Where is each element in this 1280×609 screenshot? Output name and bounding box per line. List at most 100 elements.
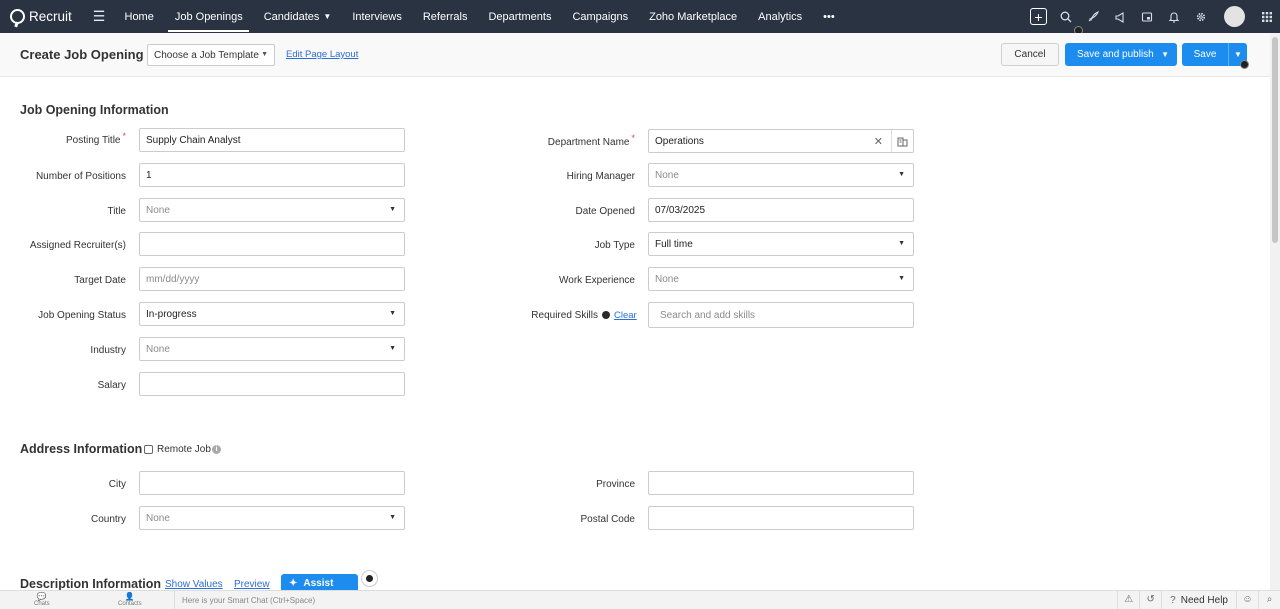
nav-right-icons: +: [1025, 0, 1280, 33]
recruit-logo-icon: [10, 9, 25, 24]
sparkle-icon: ✦: [289, 577, 298, 589]
address-info-title: Address Information: [20, 442, 143, 456]
hiring-manager-label: Hiring Manager: [566, 171, 635, 182]
city-input[interactable]: [139, 471, 405, 495]
title-select[interactable]: None ▼: [139, 198, 405, 222]
skills-search-input[interactable]: Search and add skills: [648, 302, 914, 328]
hiring-manager-select[interactable]: None ▼: [648, 163, 914, 187]
job-opening-status-select[interactable]: In-progress ▼: [139, 302, 405, 326]
postal-code-input[interactable]: [648, 506, 914, 530]
posting-title-input[interactable]: Supply Chain Analyst: [139, 128, 405, 152]
nav-links: Home Job Openings Candidates ▼ Interviews…: [114, 0, 845, 33]
dropdown-arrow-icon: ▼: [389, 514, 396, 521]
title-label: Title: [107, 206, 126, 217]
work-experience-label: Work Experience: [559, 275, 635, 286]
search-icon[interactable]: ⌕: [1258, 591, 1280, 609]
contacts-icon: 👤: [124, 592, 135, 601]
industry-select[interactable]: None ▼: [139, 337, 405, 361]
bottom-bar: 💬 Chats 👤 Contacts Here is your Smart Ch…: [0, 590, 1280, 609]
city-label: City: [108, 479, 126, 490]
page-scrollbar[interactable]: [1270, 33, 1280, 590]
bell-icon[interactable]: [1160, 0, 1187, 33]
page-title: Create Job Opening -: [20, 47, 152, 62]
smart-chat-input[interactable]: Here is your Smart Chat (Ctrl+Space): [174, 591, 1118, 609]
gear-icon[interactable]: [1187, 0, 1214, 33]
dropdown-arrow-icon: ▼: [261, 51, 268, 58]
cursor-indicator: [1240, 60, 1249, 69]
info-icon[interactable]: i: [212, 445, 221, 454]
target-date-input[interactable]: mm/dd/yyyy: [139, 267, 405, 291]
alert-icon[interactable]: ⚠: [1117, 591, 1139, 609]
job-type-label: Job Type: [594, 240, 635, 251]
nav-departments[interactable]: Departments: [478, 0, 562, 33]
cancel-button[interactable]: Cancel: [1001, 43, 1059, 66]
nav-home[interactable]: Home: [114, 0, 164, 33]
country-select[interactable]: None ▼: [139, 506, 405, 530]
nav-referrals[interactable]: Referrals: [412, 0, 478, 33]
required-skills-label: Required Skills: [531, 310, 598, 321]
brand-name: Recruit: [29, 9, 72, 24]
window-icon[interactable]: [1133, 0, 1160, 33]
help-icon: ?: [1170, 594, 1176, 606]
lookup-building-icon[interactable]: [891, 130, 913, 152]
dropdown-arrow-icon: ▼: [898, 171, 905, 178]
save-button[interactable]: Save: [1182, 43, 1228, 66]
need-help-button[interactable]: ? Need Help: [1161, 591, 1236, 609]
job-type-select[interactable]: Full time ▼: [648, 232, 914, 256]
save-and-publish-button[interactable]: Save and publish ▼: [1065, 43, 1177, 66]
show-values-link[interactable]: Show Values: [165, 579, 223, 590]
checkbox-icon[interactable]: [144, 445, 153, 454]
nav-interviews[interactable]: Interviews: [342, 0, 413, 33]
posting-title-label: Posting Title *: [66, 131, 126, 146]
dropdown-arrow-icon: ▼: [389, 345, 396, 352]
date-opened-input[interactable]: 07/03/2025: [648, 198, 914, 222]
nav-job-openings[interactable]: Job Openings: [164, 0, 253, 33]
salary-input[interactable]: [139, 372, 405, 396]
assigned-recruiters-label: Assigned Recruiter(s): [29, 240, 126, 251]
page-header: Create Job Opening - Choose a Job Templa…: [0, 33, 1270, 77]
user-avatar[interactable]: [1224, 6, 1245, 27]
history-icon[interactable]: ↺: [1139, 591, 1161, 609]
assigned-recruiters-input[interactable]: [139, 232, 405, 256]
province-input[interactable]: [648, 471, 914, 495]
quick-create-icon[interactable]: +: [1025, 0, 1052, 33]
dropdown-arrow-icon: ▼: [389, 310, 396, 317]
nav-zoho-marketplace[interactable]: Zoho Marketplace: [639, 0, 748, 33]
scrollbar-thumb[interactable]: [1272, 37, 1278, 243]
bottom-bar-right: ⚠ ↺ ? Need Help ☺ ⌕: [1117, 591, 1280, 609]
dropdown-arrow-icon: ▼: [898, 275, 905, 282]
cursor-indicator: [602, 311, 610, 319]
work-experience-select[interactable]: None ▼: [648, 267, 914, 291]
chevron-down-icon: ▼: [1161, 50, 1169, 59]
remote-job-checkbox[interactable]: Remote Job: [144, 444, 211, 455]
postal-code-label: Postal Code: [580, 514, 635, 525]
brand[interactable]: Recruit: [10, 9, 80, 24]
job-template-select[interactable]: Choose a Job Template ▼: [147, 44, 275, 66]
department-name-input[interactable]: Operations ✕: [648, 129, 914, 153]
nav-analytics[interactable]: Analytics: [748, 0, 813, 33]
hamburger-menu-icon[interactable]: ☰: [88, 8, 110, 25]
province-label: Province: [596, 479, 635, 490]
nav-campaigns[interactable]: Campaigns: [562, 0, 639, 33]
contacts-button[interactable]: 👤 Contacts: [118, 592, 142, 608]
cursor-indicator: [361, 570, 378, 587]
chat-icon: 💬: [36, 592, 47, 601]
nav-candidates[interactable]: Candidates ▼: [253, 0, 342, 33]
more-menu-icon[interactable]: •••: [813, 0, 846, 33]
number-of-positions-label: Number of Positions: [35, 171, 126, 182]
robot-icon[interactable]: ☺: [1236, 591, 1258, 609]
job-opening-status-label: Job Opening Status: [38, 310, 126, 321]
announcement-icon[interactable]: [1106, 0, 1133, 33]
chats-button[interactable]: 💬 Chats: [34, 592, 50, 608]
edit-page-layout-link[interactable]: Edit Page Layout: [286, 49, 358, 60]
dropdown-arrow-icon: ▼: [898, 240, 905, 247]
number-of-positions-input[interactable]: 1: [139, 163, 405, 187]
country-label: Country: [90, 514, 126, 525]
clear-skills-link[interactable]: Clear: [614, 310, 637, 321]
preview-link[interactable]: Preview: [234, 579, 270, 590]
rocket-icon[interactable]: [1079, 0, 1106, 33]
dropdown-arrow-icon: ▼: [389, 206, 396, 213]
apps-grid-icon[interactable]: [1253, 0, 1280, 33]
clear-icon[interactable]: ✕: [874, 135, 883, 148]
top-navigation: Recruit ☰ Home Job Openings Candidates ▼ …: [0, 0, 1280, 33]
